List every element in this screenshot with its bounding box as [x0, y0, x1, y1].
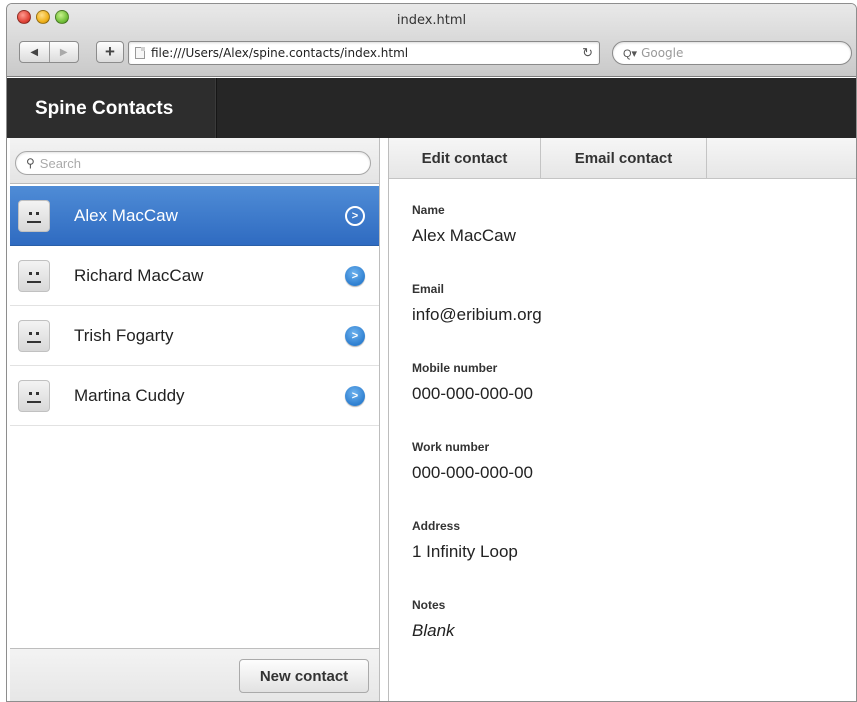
robot-face-icon: [18, 380, 50, 412]
chevron-right-circle-icon[interactable]: >: [345, 206, 365, 226]
field-label: Name: [412, 203, 445, 217]
browser-search-input[interactable]: [641, 46, 822, 60]
browser-window: index.html ◀ ▶ + file:///Users/Alex/spin…: [6, 3, 857, 702]
robot-face-icon: [18, 260, 50, 292]
field-mobile-number: Mobile number 000-000-000-00: [412, 361, 542, 440]
robot-face-icon: [18, 320, 50, 352]
address-bar[interactable]: file:///Users/Alex/spine.contacts/index.…: [128, 41, 600, 65]
contacts-sidebar: ⚲ Alex MacCaw > Richard MacCaw > Trish F…: [10, 138, 380, 701]
edit-contact-button[interactable]: Edit contact: [389, 138, 541, 179]
field-email: Email info@eribium.org: [412, 282, 542, 361]
sidebar-search-bar: ⚲: [10, 138, 379, 184]
contact-item-richard-maccaw[interactable]: Richard MacCaw >: [10, 246, 379, 306]
contact-details: Name Alex MacCaw Email info@eribium.org …: [412, 203, 542, 677]
contact-list: Alex MacCaw > Richard MacCaw > Trish Fog…: [10, 186, 379, 426]
window-title: index.html: [396, 13, 467, 28]
field-label: Address: [412, 519, 461, 533]
sidebar-footer: New contact: [10, 648, 379, 701]
browser-search-box[interactable]: Q▾: [612, 41, 852, 65]
reload-icon[interactable]: ↻: [582, 45, 593, 61]
add-bookmark-button[interactable]: +: [96, 41, 124, 63]
chevron-right-circle-icon[interactable]: >: [345, 266, 365, 286]
field-label: Mobile number: [412, 361, 498, 375]
contact-name: Martina Cuddy: [74, 385, 185, 405]
contact-item-martina-cuddy[interactable]: Martina Cuddy >: [10, 366, 379, 426]
detail-toolbar: Edit contact Email contact: [389, 138, 856, 179]
field-value: Alex MacCaw: [412, 226, 516, 245]
page-icon: [135, 47, 145, 59]
forward-button[interactable]: ▶: [48, 42, 79, 62]
contact-name: Trish Fogarty: [74, 325, 174, 345]
search-icon[interactable]: Q▾: [623, 47, 637, 60]
field-value: 1 Infinity Loop: [412, 542, 518, 561]
field-value: info@eribium.org: [412, 305, 542, 324]
app-header: Spine Contacts: [7, 78, 856, 138]
field-name: Name Alex MacCaw: [412, 203, 542, 282]
contact-search-input[interactable]: [39, 155, 340, 171]
app-title: Spine Contacts: [35, 98, 174, 119]
contact-detail-panel: Edit contact Email contact Name Alex Mac…: [388, 138, 856, 701]
field-work-number: Work number 000-000-000-00: [412, 440, 542, 519]
contact-item-alex-maccaw[interactable]: Alex MacCaw >: [10, 186, 379, 246]
app-title-block: Spine Contacts: [7, 78, 217, 138]
chevron-right-circle-icon[interactable]: >: [345, 326, 365, 346]
url-text[interactable]: file:///Users/Alex/spine.contacts/index.…: [151, 46, 582, 60]
contact-search-box[interactable]: ⚲: [15, 151, 371, 175]
field-value: Blank: [412, 621, 455, 640]
field-address: Address 1 Infinity Loop: [412, 519, 542, 598]
chevron-right-circle-icon[interactable]: >: [345, 386, 365, 406]
contact-name: Alex MacCaw: [74, 205, 178, 225]
field-value: 000-000-000-00: [412, 384, 533, 403]
nav-buttons: ◀ ▶: [19, 41, 79, 63]
email-contact-button[interactable]: Email contact: [541, 138, 707, 179]
field-label: Notes: [412, 598, 446, 612]
contact-item-trish-fogarty[interactable]: Trish Fogarty >: [10, 306, 379, 366]
new-contact-button[interactable]: New contact: [239, 659, 369, 693]
field-value: 000-000-000-00: [412, 463, 533, 482]
back-button[interactable]: ◀: [20, 42, 49, 62]
search-icon: ⚲: [26, 156, 35, 170]
field-label: Work number: [412, 440, 490, 454]
field-label: Email: [412, 282, 445, 296]
browser-chrome: index.html ◀ ▶ + file:///Users/Alex/spin…: [7, 4, 856, 77]
robot-face-icon: [18, 200, 50, 232]
contact-name: Richard MacCaw: [74, 265, 204, 285]
field-notes: Notes Blank: [412, 598, 542, 677]
